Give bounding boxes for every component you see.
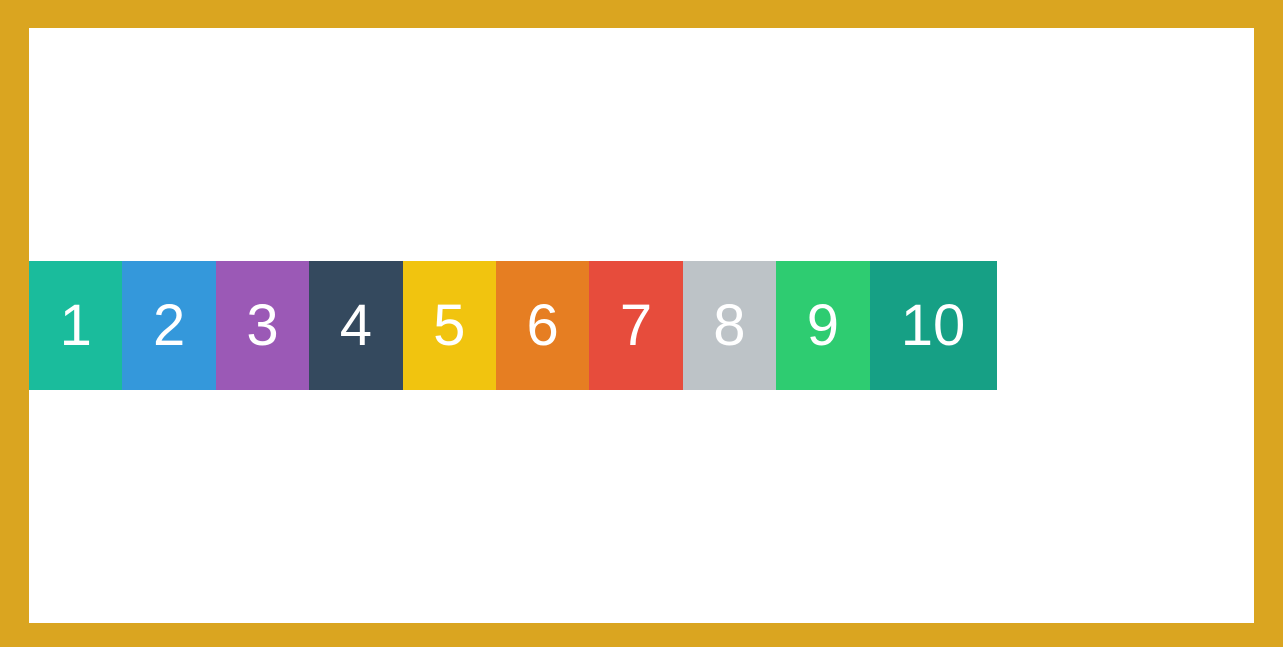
- flex-item-10: 10: [869, 261, 997, 390]
- flex-item-row: 1 2 3 4 5 6 7 8 9 10: [29, 261, 997, 390]
- flex-item-2: 2: [122, 261, 216, 390]
- flex-item-8: 8: [682, 261, 777, 390]
- flex-item-5: 5: [402, 261, 496, 390]
- flex-item-1: 1: [29, 261, 123, 390]
- flex-item-3: 3: [215, 261, 310, 390]
- content-frame: 1 2 3 4 5 6 7 8 9 10: [29, 28, 1254, 623]
- flex-item-4: 4: [309, 261, 403, 390]
- flex-item-9: 9: [776, 261, 870, 390]
- flex-item-7: 7: [589, 261, 683, 390]
- flex-item-6: 6: [495, 261, 590, 390]
